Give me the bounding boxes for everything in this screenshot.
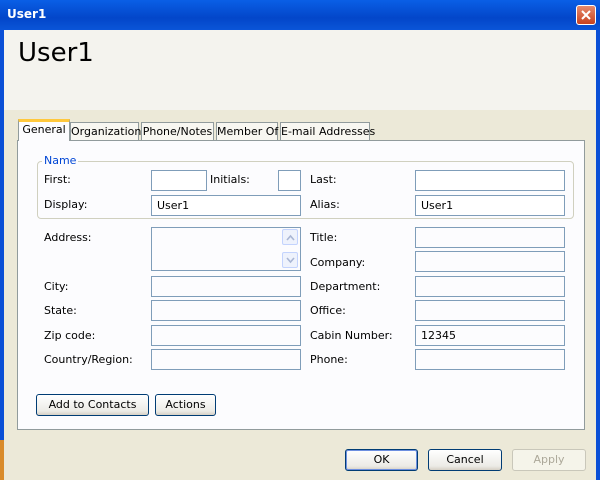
city-label: City: (44, 280, 69, 293)
phone-field[interactable] (415, 349, 565, 370)
alias-label: Alias: (310, 198, 340, 211)
address-field[interactable] (151, 227, 301, 271)
zip-code-field[interactable] (151, 325, 301, 346)
cabin-number-field[interactable]: 12345 (415, 325, 565, 346)
first-name-field[interactable] (151, 170, 207, 191)
page-title: User1 (18, 38, 94, 68)
first-label: First: (44, 173, 71, 186)
ok-button[interactable]: OK (345, 449, 418, 471)
scroll-up-button[interactable] (282, 229, 298, 245)
company-label: Company: (310, 256, 366, 269)
state-field[interactable] (151, 300, 301, 321)
last-name-field[interactable] (415, 170, 565, 191)
close-button[interactable] (576, 5, 596, 25)
office-field[interactable] (415, 300, 565, 321)
close-icon (581, 10, 591, 20)
initials-label: Initials: (210, 173, 250, 186)
state-label: State: (44, 304, 77, 317)
alias-field[interactable]: User1 (415, 195, 565, 216)
cancel-button[interactable]: Cancel (428, 449, 502, 471)
window-title: User1 (7, 7, 47, 21)
department-field[interactable] (415, 276, 565, 297)
address-label: Address: (44, 231, 92, 244)
tab-organization[interactable]: Organization (70, 122, 141, 140)
title-label: Title: (310, 231, 338, 244)
city-field[interactable] (151, 276, 301, 297)
title-bar[interactable]: User1 (0, 0, 600, 30)
phone-label: Phone: (310, 353, 348, 366)
zip-code-label: Zip code: (44, 329, 96, 342)
scroll-down-button[interactable] (282, 252, 298, 268)
display-label: Display: (44, 198, 88, 211)
tab-email-addresses[interactable]: E-mail Addresses (280, 122, 375, 140)
actions-button[interactable]: Actions (155, 394, 216, 416)
apply-button[interactable]: Apply (512, 449, 586, 471)
country-region-field[interactable] (151, 349, 301, 370)
tab-phone-notes[interactable]: Phone/Notes (141, 122, 214, 140)
department-label: Department: (310, 280, 381, 293)
add-to-contacts-button[interactable]: Add to Contacts (36, 394, 149, 416)
last-label: Last: (310, 173, 337, 186)
chevron-down-icon (286, 257, 295, 264)
cabin-number-label: Cabin Number: (310, 329, 393, 342)
chevron-up-icon (286, 234, 295, 241)
country-region-label: Country/Region: (44, 353, 133, 366)
office-label: Office: (310, 304, 346, 317)
display-name-field[interactable]: User1 (151, 195, 301, 216)
window-border-right (596, 30, 600, 480)
company-field[interactable] (415, 251, 565, 272)
tab-member-of[interactable]: Member Of (216, 122, 278, 140)
tab-general[interactable]: General (18, 119, 70, 141)
name-group-label: Name (42, 154, 79, 167)
initials-field[interactable] (278, 170, 301, 191)
address-scrollbar[interactable] (282, 228, 299, 269)
title-field[interactable] (415, 227, 565, 248)
